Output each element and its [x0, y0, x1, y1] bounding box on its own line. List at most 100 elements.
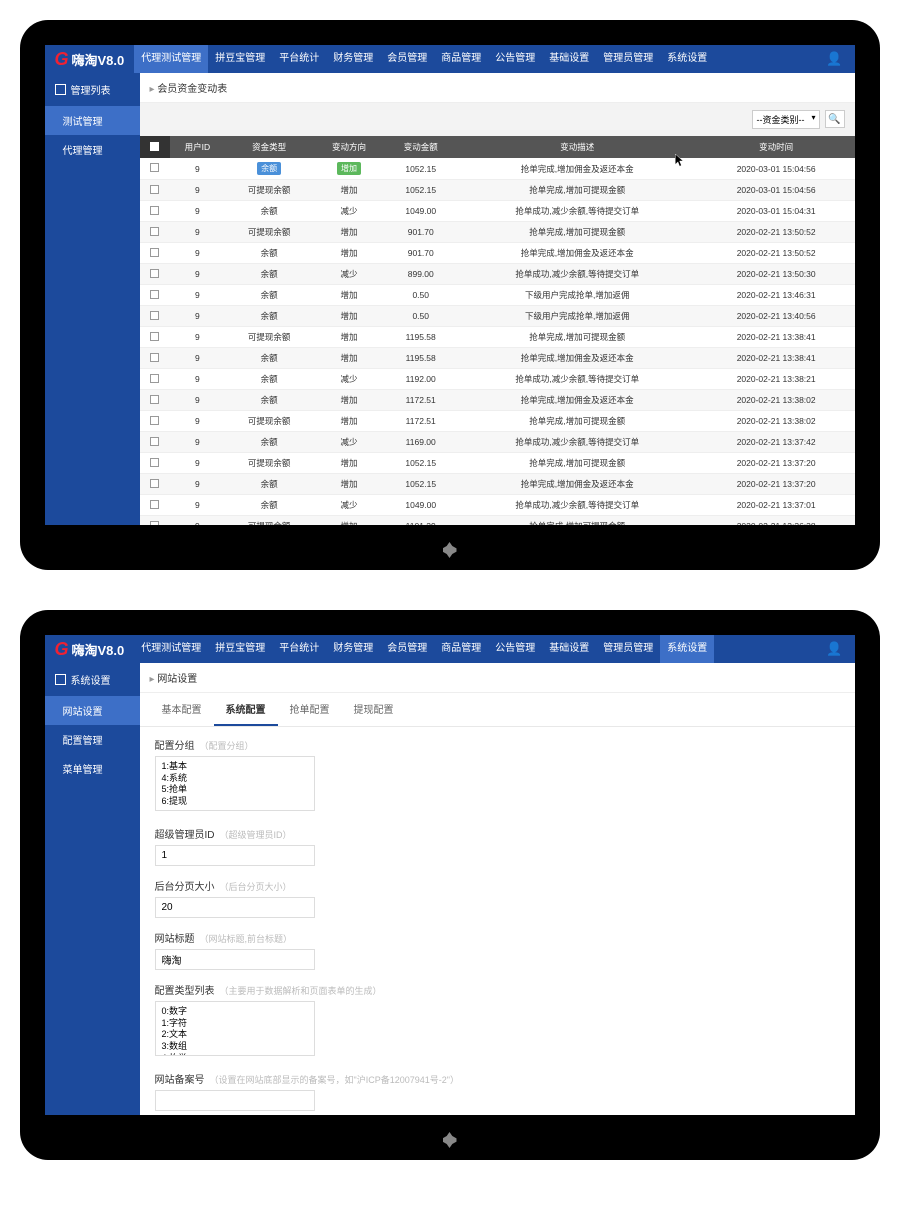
tab[interactable]: 抢单配置: [278, 693, 342, 726]
field-input[interactable]: [155, 897, 315, 918]
row-checkbox[interactable]: [150, 395, 159, 404]
row-checkbox[interactable]: [150, 311, 159, 320]
row-checkbox[interactable]: [150, 227, 159, 236]
sidebar-item[interactable]: 网站设置: [45, 696, 140, 725]
tab[interactable]: 提现配置: [342, 693, 406, 726]
table-cell: 1052.15: [385, 453, 457, 474]
row-checkbox[interactable]: [150, 416, 159, 425]
nav-item[interactable]: 财务管理: [326, 45, 380, 73]
table-row: 9余额减少1192.00抢单成功,减少余额,等待提交订单2020-02-21 1…: [140, 369, 855, 390]
table-cell: 抢单完成,增加可提现金额: [457, 327, 698, 348]
table-cell: 2020-02-21 13:40:56: [698, 306, 855, 327]
row-checkbox[interactable]: [150, 521, 159, 526]
table-cell: [140, 390, 170, 411]
table-cell: [140, 306, 170, 327]
table-cell: 余额: [225, 158, 313, 180]
user-icon[interactable]: 👤: [814, 51, 854, 67]
nav-item[interactable]: 系统设置: [660, 635, 714, 663]
table-cell: 9: [170, 432, 226, 453]
table-cell: 抢单完成,增加佣金及返还本金: [457, 348, 698, 369]
filter-select[interactable]: --资金类别--: [752, 110, 820, 129]
form-row: 后台分页大小（后台分页大小）: [155, 878, 840, 918]
table-cell: 余额: [225, 348, 313, 369]
row-checkbox[interactable]: [150, 185, 159, 194]
table-cell: 901.70: [385, 243, 457, 264]
nav-item[interactable]: 基础设置: [542, 635, 596, 663]
nav-item[interactable]: 公告管理: [488, 635, 542, 663]
nav-item[interactable]: 公告管理: [488, 45, 542, 73]
topbar: G 嗨淘V8.0 代理测试管理拼豆宝管理平台统计财务管理会员管理商品管理公告管理…: [45, 45, 855, 73]
table-cell: 2020-02-21 13:50:30: [698, 264, 855, 285]
nav-item[interactable]: 基础设置: [542, 45, 596, 73]
table-cell: 抢单成功,减少余额,等待提交订单: [457, 432, 698, 453]
table-cell: 增加: [313, 222, 385, 243]
field-input[interactable]: [155, 1090, 315, 1111]
sidebar-item[interactable]: 测试管理: [45, 106, 140, 135]
table-cell: 余额: [225, 495, 313, 516]
row-checkbox[interactable]: [150, 374, 159, 383]
nav-item[interactable]: 会员管理: [380, 45, 434, 73]
row-checkbox[interactable]: [150, 290, 159, 299]
table-row: 9余额增加1052.15抢单完成,增加佣金及返还本金2020-03-01 15:…: [140, 158, 855, 180]
nav-item[interactable]: 商品管理: [434, 45, 488, 73]
table-cell: 2020-02-21 13:46:31: [698, 285, 855, 306]
column-header: 变动方向: [313, 136, 385, 158]
form-row: 网站备案号（设置在网站底部显示的备案号，如"沪ICP备12007941号-2"）: [155, 1071, 840, 1111]
table-cell: 1052.15: [385, 158, 457, 180]
row-checkbox[interactable]: [150, 437, 159, 446]
sidebar: 系统设置 网站设置配置管理菜单管理: [45, 663, 140, 1115]
table-cell: 9: [170, 516, 226, 526]
row-checkbox[interactable]: [150, 479, 159, 488]
user-icon[interactable]: 👤: [814, 641, 854, 657]
nav-item[interactable]: 商品管理: [434, 635, 488, 663]
table-cell: 9: [170, 264, 226, 285]
sidebar: 管理列表 测试管理代理管理: [45, 73, 140, 525]
nav-item[interactable]: 财务管理: [326, 635, 380, 663]
row-checkbox[interactable]: [150, 332, 159, 341]
table-cell: [140, 243, 170, 264]
field-input[interactable]: [155, 845, 315, 866]
nav-item[interactable]: 拼豆宝管理: [208, 635, 272, 663]
row-checkbox[interactable]: [150, 206, 159, 215]
row-checkbox[interactable]: [150, 163, 159, 172]
table-cell: [140, 348, 170, 369]
field-input[interactable]: [155, 756, 315, 811]
table-cell: [140, 285, 170, 306]
tab[interactable]: 基本配置: [150, 693, 214, 726]
row-checkbox[interactable]: [150, 500, 159, 509]
column-header: 用户ID: [170, 136, 226, 158]
sidebar-item[interactable]: 配置管理: [45, 725, 140, 754]
table-cell: [140, 432, 170, 453]
row-checkbox[interactable]: [150, 248, 159, 257]
table-cell: 2020-02-21 13:38:41: [698, 327, 855, 348]
table-cell: 2020-02-21 13:50:52: [698, 222, 855, 243]
nav-item[interactable]: 管理员管理: [596, 635, 660, 663]
search-button[interactable]: 🔍: [825, 110, 845, 128]
nav-item[interactable]: 代理测试管理: [134, 635, 208, 663]
table-cell: 1172.51: [385, 390, 457, 411]
nav-item[interactable]: 拼豆宝管理: [208, 45, 272, 73]
nav-item[interactable]: 管理员管理: [596, 45, 660, 73]
sidebar-item[interactable]: 菜单管理: [45, 754, 140, 783]
table-row: 9余额减少1049.00抢单成功,减少余额,等待提交订单2020-03-01 1…: [140, 201, 855, 222]
table-cell: 增加: [313, 516, 385, 526]
nav-item[interactable]: 会员管理: [380, 635, 434, 663]
nav-item[interactable]: 平台统计: [272, 635, 326, 663]
row-checkbox[interactable]: [150, 353, 159, 362]
row-checkbox[interactable]: [150, 269, 159, 278]
nav-item[interactable]: 系统设置: [660, 45, 714, 73]
row-checkbox[interactable]: [150, 458, 159, 467]
field-input[interactable]: [155, 1001, 315, 1056]
tab[interactable]: 系统配置: [214, 693, 278, 726]
table-cell: 增加: [313, 390, 385, 411]
field-label: 后台分页大小（后台分页大小）: [155, 878, 840, 893]
table-cell: 增加: [313, 306, 385, 327]
select-all-checkbox[interactable]: [150, 142, 159, 151]
sidebar-item[interactable]: 代理管理: [45, 135, 140, 164]
table-cell: [140, 495, 170, 516]
nav-item[interactable]: 代理测试管理: [134, 45, 208, 73]
table-cell: 下级用户完成抢单,增加返佣: [457, 285, 698, 306]
nav-item[interactable]: 平台统计: [272, 45, 326, 73]
table-cell: 减少: [313, 264, 385, 285]
field-input[interactable]: [155, 949, 315, 970]
